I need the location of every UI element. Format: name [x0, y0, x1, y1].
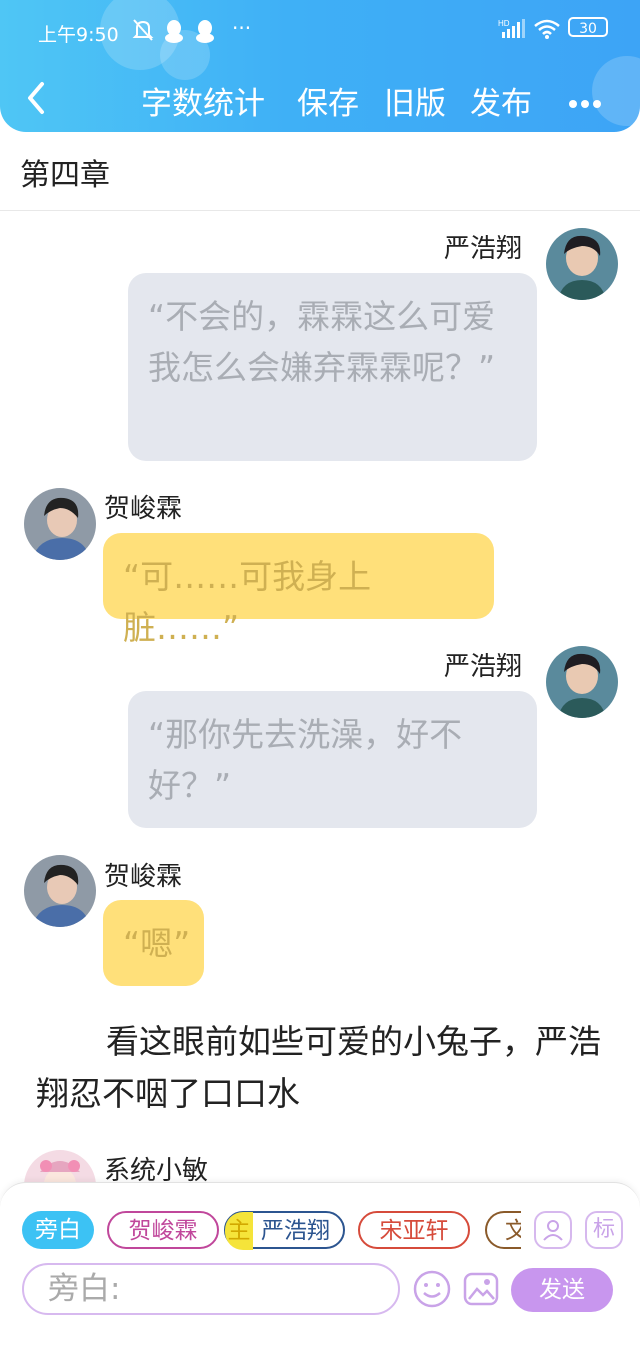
chat-bubble[interactable]: “那你先去洗澡，好不好？”	[128, 691, 537, 828]
back-icon[interactable]	[22, 78, 62, 118]
narration-text[interactable]: 看这眼前如些可爱的小兔子，严浩翔忍不咽了口口水	[36, 1016, 616, 1120]
publish-button[interactable]: 发布	[470, 78, 532, 123]
status-time: 上午9:50	[38, 24, 119, 46]
svg-text:HD: HD	[498, 19, 510, 28]
chat-bubble[interactable]: “不会的，霖霖这么可爱我怎么会嫌弃霖霖呢？”	[128, 273, 537, 461]
image-icon[interactable]	[463, 1271, 499, 1311]
message-input[interactable]: 旁白:	[22, 1263, 400, 1315]
role-chip-he[interactable]: 贺峻霖	[107, 1211, 219, 1249]
bell-off-icon	[132, 18, 154, 47]
composer-panel: 旁白 贺峻霖 主 严浩翔 宋亚轩 文 标 旁白: 发送	[0, 1182, 640, 1352]
role-chip-yan[interactable]: 主 严浩翔	[224, 1211, 345, 1250]
chat-bubble[interactable]: “嗯”	[103, 900, 204, 986]
role-chip-partial[interactable]: 文	[485, 1211, 521, 1249]
old-version-button[interactable]: 旧版	[384, 78, 446, 123]
wifi-icon	[534, 18, 560, 45]
qq-icon	[163, 18, 185, 49]
signal-icon: HD	[498, 18, 526, 45]
battery-icon: 30	[568, 17, 608, 37]
role-chip-label: 严浩翔	[261, 1218, 330, 1244]
label-icon[interactable]: 标	[585, 1211, 623, 1249]
status-bar: 上午9:50 ··· HD 30	[0, 14, 640, 48]
nav-bar: 字数统计 保存 旧版 发布	[0, 70, 640, 130]
add-role-icon[interactable]	[534, 1211, 572, 1249]
speaker-name: 贺峻霖	[104, 862, 183, 892]
emoji-icon[interactable]	[412, 1269, 452, 1313]
avatar-he[interactable]	[24, 855, 96, 927]
avatar-yan[interactable]	[546, 228, 618, 300]
chat-bubble[interactable]: “可……可我身上脏……”	[103, 533, 494, 647]
divider	[0, 210, 640, 211]
speaker-name: 严浩翔	[444, 234, 523, 264]
avatar-yan[interactable]	[546, 646, 618, 718]
speaker-name: 贺峻霖	[104, 494, 183, 524]
more-icon[interactable]	[568, 94, 602, 113]
avatar-he[interactable]	[24, 488, 96, 560]
role-chip-narration[interactable]: 旁白	[22, 1211, 94, 1249]
role-chip-song[interactable]: 宋亚轩	[358, 1211, 470, 1249]
send-button[interactable]: 发送	[511, 1268, 613, 1312]
status-more-dots: ···	[232, 16, 252, 40]
word-count-button[interactable]: 字数统计	[141, 78, 265, 123]
speaker-name: 严浩翔	[444, 652, 523, 682]
top-bar: 上午9:50 ··· HD 30 字数统计 保存 旧版 发布	[0, 0, 640, 132]
save-button[interactable]: 保存	[297, 78, 359, 123]
chapter-title[interactable]: 第四章	[20, 150, 110, 194]
qq-icon	[194, 18, 216, 49]
main-role-tag: 主	[225, 1212, 253, 1250]
